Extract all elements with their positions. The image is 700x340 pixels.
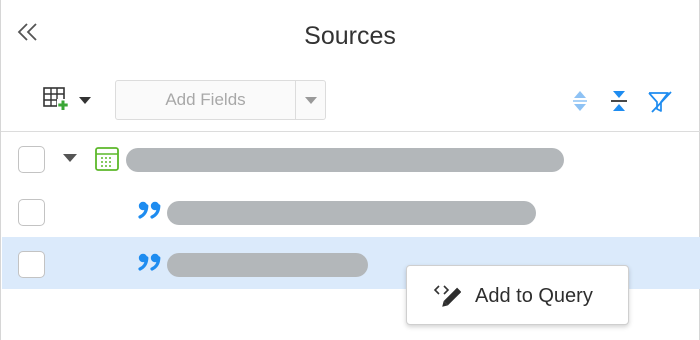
add-fields-dropdown[interactable]: Add Fields (115, 80, 326, 120)
add-fields-placeholder: Add Fields (165, 90, 246, 109)
filter-icon (648, 91, 672, 113)
row-checkbox[interactable] (18, 146, 45, 173)
collapse-all-button[interactable] (606, 88, 632, 114)
context-menu-add-to-query[interactable]: Add to Query (406, 265, 629, 325)
add-fields-dropdown-toggle[interactable] (295, 81, 325, 119)
toolbar: Add Fields (1, 78, 700, 124)
table-icon (95, 147, 119, 171)
sources-panel: Sources Add Fields Add to Query (0, 0, 700, 340)
row-checkbox[interactable] (18, 199, 45, 226)
table-name-placeholder (126, 148, 564, 172)
expand-toggle[interactable] (62, 152, 78, 164)
row-checkbox[interactable] (18, 251, 45, 278)
caret-down-icon (63, 154, 77, 162)
expand-all-icon (573, 91, 587, 111)
add-to-query-label: Add to Query (475, 285, 593, 307)
add-table-button[interactable] (41, 84, 95, 118)
panel-title: Sources (304, 22, 396, 50)
quote-icon (138, 201, 161, 219)
field-name-placeholder (167, 253, 368, 277)
caret-down-icon (79, 97, 91, 104)
field-name-placeholder (167, 201, 536, 225)
caret-down-icon (305, 97, 317, 104)
expand-all-button[interactable] (567, 88, 593, 114)
tree-row-field[interactable] (2, 185, 700, 237)
filter-button[interactable] (646, 88, 672, 114)
table-add-icon (43, 87, 69, 111)
collapse-all-icon (611, 91, 627, 111)
tree-row-table[interactable] (2, 132, 700, 184)
quote-icon (138, 253, 161, 271)
add-to-query-icon (433, 285, 461, 307)
